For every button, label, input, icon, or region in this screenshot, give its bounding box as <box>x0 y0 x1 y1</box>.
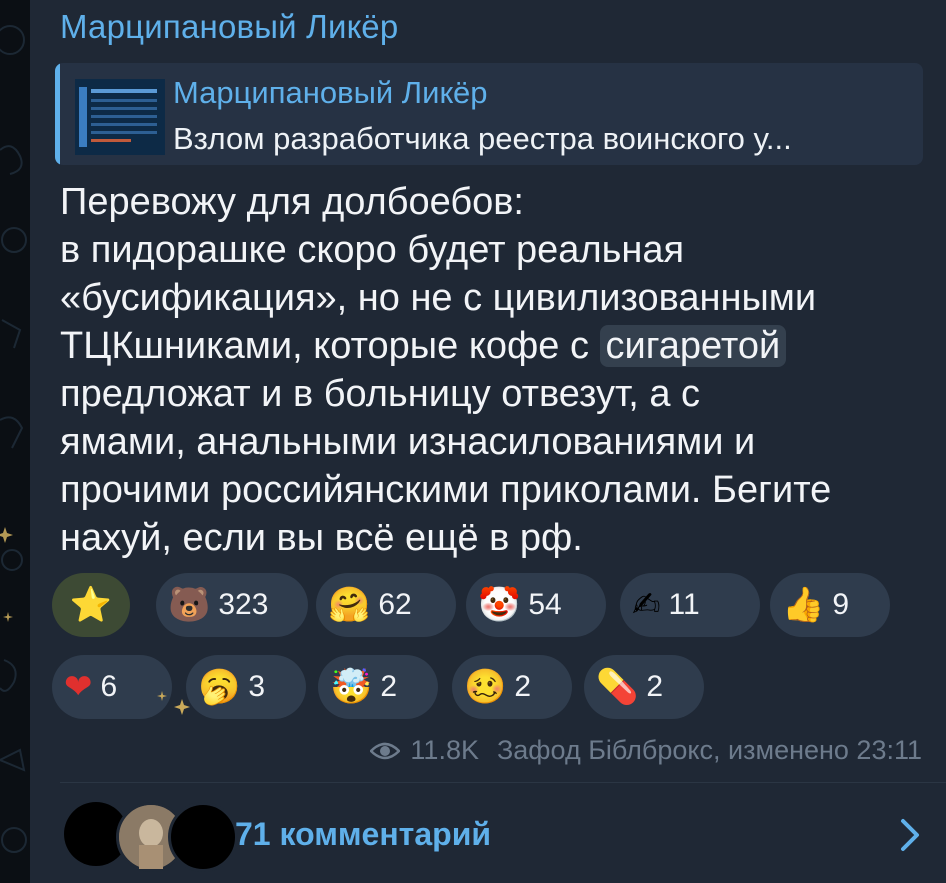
comments-count[interactable]: 71 комментарий <box>235 816 491 853</box>
writing-hand-icon: ✍ <box>632 586 661 624</box>
reaction-woozy[interactable]: 🥴 2 <box>452 655 572 719</box>
divider <box>60 782 946 783</box>
reaction-count: 9 <box>832 588 850 621</box>
reaction-count: 11 <box>668 588 700 621</box>
exploding-head-icon: 🤯 <box>330 668 373 706</box>
post-line: нахуй, если вы всё ещё в рф. <box>60 517 583 559</box>
post-line: прочими российянскими приколами. Бегите <box>60 469 832 511</box>
reaction-count: 2 <box>646 670 664 703</box>
thumbs-up-icon: 👍 <box>782 586 825 624</box>
reaction-hugging[interactable]: 🤗 62 <box>316 573 456 637</box>
reaction-count: 62 <box>378 588 412 621</box>
heart-icon: ❤ <box>64 668 93 706</box>
avatar <box>168 802 238 872</box>
reaction-pill[interactable]: 💊 2 <box>584 655 704 719</box>
reaction-star[interactable]: ⭐ <box>52 573 130 637</box>
channel-name[interactable]: Марципановый Ликёр <box>60 8 398 46</box>
reaction-thumbs-up[interactable]: 👍 9 <box>770 573 890 637</box>
pill-icon: 💊 <box>596 668 639 706</box>
eye-icon <box>370 742 401 759</box>
reaction-count: 323 <box>218 588 269 621</box>
post-line: предложат и в больницу отвезут, а с <box>60 373 701 415</box>
author-edited: Зафод Біблброкс, изменено 23:11 <box>496 735 922 765</box>
hugging-face-icon: 🤗 <box>328 586 371 624</box>
post-line: «бусификация», но не с цивилизованными <box>60 277 817 319</box>
post-line: ямами, анальными изнасилованиями и <box>60 421 756 463</box>
reply-thumbnail-icon <box>75 79 165 155</box>
reaction-bear[interactable]: 🐻 323 <box>156 573 308 637</box>
woozy-face-icon: 🥴 <box>464 668 507 706</box>
reply-accent-bar <box>55 63 60 165</box>
yawning-face-icon: 🥱 <box>198 668 241 706</box>
reply-title: Марципановый Ликёр <box>173 75 488 110</box>
reaction-count: 6 <box>100 670 118 703</box>
clown-icon: 🤡 <box>478 586 521 624</box>
post-line: ТЦКшниками, которые кофе с сигаретой <box>60 322 920 370</box>
reaction-count: 2 <box>380 670 398 703</box>
post-line: Перевожу для долбоебов: <box>60 181 524 223</box>
chevron-right-icon[interactable] <box>898 818 922 852</box>
spoiler-text[interactable]: сигаретой <box>599 325 787 367</box>
reaction-count: 3 <box>248 670 266 703</box>
post-line-text: ТЦКшниками, которые кофе с <box>60 325 600 367</box>
reaction-clown[interactable]: 🤡 54 <box>466 573 606 637</box>
star-icon: ⭐ <box>69 586 113 624</box>
view-count: 11.8K <box>410 735 479 765</box>
reaction-heart[interactable]: ❤ 6 <box>52 655 172 719</box>
reply-preview[interactable]: Марципановый Ликёр Взлом разработчика ре… <box>55 63 923 165</box>
reaction-yawning[interactable]: 🥱 3 <box>186 655 306 719</box>
post-text: Перевожу для долбоебов: в пидорашке скор… <box>60 178 920 562</box>
reaction-count: 2 <box>514 670 532 703</box>
post-line: в пидорашке скоро будет реальная <box>60 229 685 271</box>
reply-text: Взлом разработчика реестра воинского у..… <box>173 121 792 156</box>
bear-icon: 🐻 <box>168 586 211 624</box>
comments-row[interactable]: 71 комментарий <box>60 790 946 883</box>
post-meta: 11.8K Зафод Біблброкс, изменено 23:11 <box>370 735 922 766</box>
reaction-count: 54 <box>528 588 562 621</box>
reaction-exploding-head[interactable]: 🤯 2 <box>318 655 438 719</box>
reactions-bar: ⭐ 🐻 323 🤗 62 🤡 54 ✍ 11 👍 9 ❤ 6 🥱 3 🤯 2 🥴… <box>52 573 922 723</box>
reaction-writing[interactable]: ✍ 11 <box>620 573 760 637</box>
